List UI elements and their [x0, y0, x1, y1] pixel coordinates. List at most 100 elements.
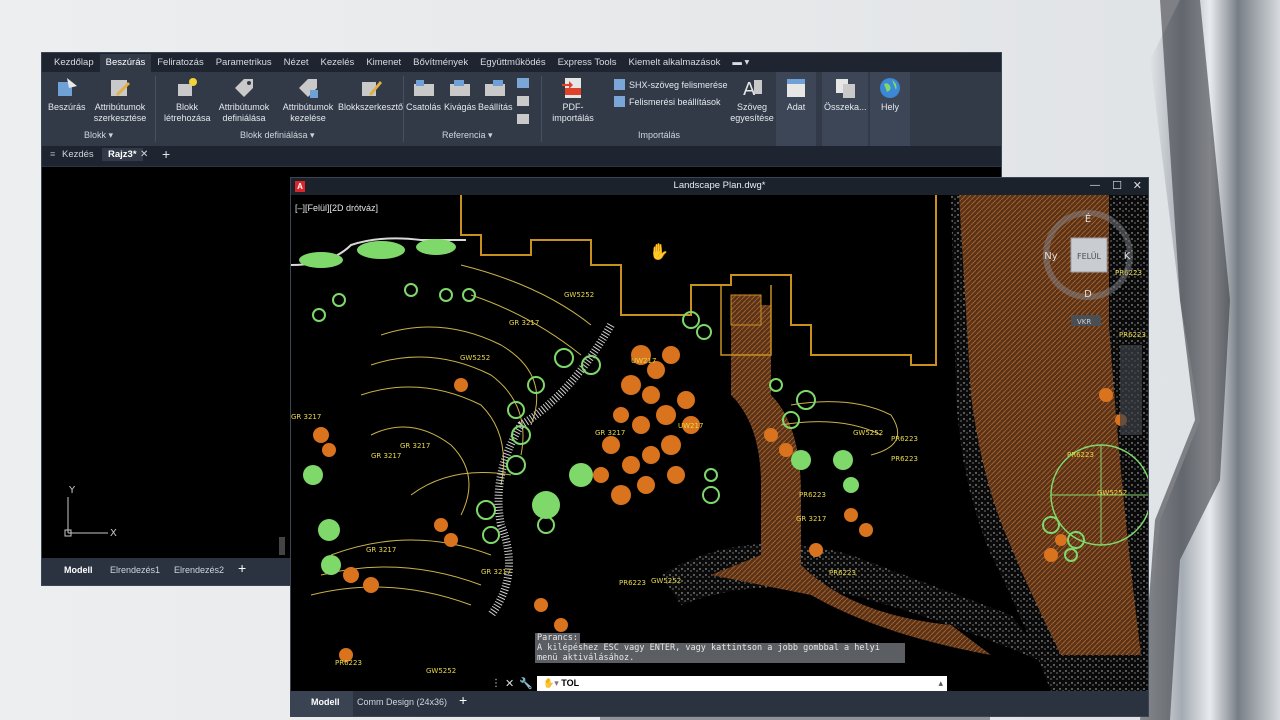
create-block-button[interactable]: Blokk létrehozása	[164, 76, 211, 124]
adjust-icon	[485, 80, 506, 96]
plant-label: GR 3217	[371, 452, 401, 460]
viewport-controls-label[interactable]: [–][Felül][2D drótváz]	[295, 203, 378, 213]
add-layout-icon[interactable]: +	[459, 692, 467, 708]
command-input[interactable]: ✋▾ TOL ▴	[537, 676, 947, 691]
ribbon-tab-bovitmenyek[interactable]: Bővítmények	[407, 54, 474, 72]
define-attributes-button[interactable]: Attribútumok definiálása	[216, 76, 272, 124]
plant-label: GR 3217	[366, 546, 396, 554]
ribbon-panel: Beszúrás Attribútumok szerkesztése Blokk…	[42, 72, 1001, 146]
navigation-bar[interactable]	[1120, 345, 1142, 435]
settings-icon	[614, 96, 625, 107]
plant-label: GW5252	[1097, 489, 1127, 497]
reference-small-tools[interactable]	[514, 74, 536, 130]
adjust-button[interactable]: Beállítás	[478, 76, 513, 113]
ucs-y-label: Y	[68, 485, 76, 496]
plant-label: PR6223	[1067, 451, 1094, 459]
tab-model[interactable]: Modell	[311, 697, 340, 707]
ribbon-tab-kezeles[interactable]: Kezelés	[315, 54, 361, 72]
close-tab-icon[interactable]: ✕	[140, 149, 148, 160]
close-command-icon[interactable]: ✕	[505, 677, 519, 690]
tab-menu-icon[interactable]: ≡	[50, 149, 55, 159]
compass-west[interactable]: Ny	[1044, 251, 1057, 262]
compass-east[interactable]: K	[1124, 251, 1131, 262]
minimize-icon[interactable]: —	[1090, 180, 1100, 191]
data-button[interactable]: Adat	[784, 76, 808, 113]
block-editor-icon	[361, 81, 382, 96]
ribbon-tab-parametrikus[interactable]: Parametrikus	[210, 54, 278, 72]
command-grip-icon[interactable]: ⋮	[491, 678, 505, 689]
ribbon-tab-nezet[interactable]: Nézet	[278, 54, 315, 72]
grip-handle[interactable]	[279, 537, 285, 555]
globe-icon	[880, 78, 900, 98]
tab-rajz3[interactable]: Rajz3*	[102, 148, 143, 161]
block-editor-button[interactable]: Blokkszerkesztő	[338, 76, 403, 113]
plant-label: GR 3217	[509, 319, 539, 327]
ribbon-tab-feliratozas[interactable]: Feliratozás	[151, 54, 209, 72]
file-tabs: ≡ Kezdés Rajz3* ✕ +	[42, 146, 1001, 167]
ribbon-tab-egyuttmukodes[interactable]: Együttműködés	[474, 54, 551, 72]
plant-label: GR 3217	[400, 442, 430, 450]
plant-label: GR 3217	[796, 515, 826, 523]
shx-icon	[614, 79, 625, 90]
group-label-reference[interactable]: Referencia ▾	[442, 130, 493, 141]
tab-start[interactable]: Kezdés	[62, 149, 94, 160]
shx-text-recognition-button[interactable]: SHX-szöveg felismerése	[614, 79, 728, 90]
compass-south[interactable]: D	[1084, 289, 1092, 300]
layout-tabs-bar: Modell Comm Design (24x36) +	[291, 691, 1148, 716]
reference-small-icons	[517, 78, 529, 124]
separator	[403, 76, 404, 142]
command-message: A kilépéshez ESC vagy ENTER, vagy kattin…	[535, 643, 905, 663]
ribbon-tab-kimenet[interactable]: Kimenet	[360, 54, 407, 72]
group-label-block-definition[interactable]: Blokk definiálása ▾	[240, 130, 315, 141]
combine-text-button[interactable]: A Szöveg egyesítése	[729, 76, 775, 124]
building-outline	[460, 195, 937, 366]
link-icon	[836, 79, 856, 98]
location-button[interactable]: Hely	[878, 76, 902, 113]
insert-icon	[57, 78, 77, 96]
plant-label: PR6223	[335, 659, 362, 667]
ribbon-tab-bar: Kezdőlap Beszúrás Feliratozás Parametrik…	[42, 53, 1001, 72]
edit-attributes-button[interactable]: Attribútumok szerkesztése	[90, 76, 150, 124]
plant-label: GW5252	[564, 291, 594, 299]
command-line: ⋮ ✕ 🔧 ✋▾ TOL ▴	[491, 675, 947, 692]
pdf-icon	[562, 78, 581, 98]
tab-model[interactable]: Modell	[64, 565, 93, 575]
clip-button[interactable]: Kivágás	[444, 76, 476, 113]
separator	[541, 76, 542, 142]
separator	[155, 76, 156, 142]
pdf-import-button[interactable]: PDF-importálás	[550, 76, 596, 124]
add-layout-icon[interactable]: +	[238, 560, 246, 576]
plant-label: PR6223	[829, 569, 856, 577]
maximize-icon[interactable]: ☐	[1112, 179, 1122, 192]
tab-comm-design[interactable]: Comm Design (24x36)	[357, 697, 447, 707]
manage-attributes-icon	[299, 79, 318, 98]
customize-wrench-icon[interactable]: 🔧	[519, 677, 533, 690]
insert-block-button[interactable]: Beszúrás	[48, 76, 86, 113]
drawing-canvas[interactable]: GW5252 GR 3217 GW5252 GR 3217 GR 3217 GR…	[291, 195, 1148, 691]
plant-label: GR 3217	[481, 568, 511, 576]
recognition-settings-button[interactable]: Felismerési beállítások	[614, 96, 721, 107]
ucs-icon: Y X	[64, 485, 117, 539]
group-label-block[interactable]: Blokk ▾	[84, 130, 113, 141]
plant-label: GW5252	[426, 667, 456, 675]
window-title: Landscape Plan.dwg*	[673, 180, 766, 191]
plant-label: GR 3217	[291, 413, 321, 421]
tab-layout2[interactable]: Elrendezés2	[174, 565, 224, 575]
close-window-icon[interactable]: ✕	[1133, 179, 1142, 192]
ribbon-tab-kiemelt[interactable]: Kiemelt alkalmazások	[623, 54, 727, 72]
tab-layout1[interactable]: Elrendezés1	[110, 565, 160, 575]
ribbon-tab-beszuras[interactable]: Beszúrás	[99, 54, 152, 72]
ribbon-tab-kezdolap[interactable]: Kezdőlap	[48, 54, 100, 72]
compass-north[interactable]: É	[1085, 212, 1091, 225]
pan-command-icon: ✋▾	[543, 678, 559, 688]
ribbon-tab-express-tools[interactable]: Express Tools	[552, 54, 623, 72]
attach-button[interactable]: Csatolás	[406, 76, 441, 113]
links-button[interactable]: Összeka...	[824, 76, 867, 113]
plant-label: UW217	[678, 422, 703, 430]
title-bar: A Landscape Plan.dwg* — ☐ ✕	[291, 178, 1148, 195]
manage-attributes-button[interactable]: Attribútumok kezelése	[278, 76, 338, 124]
stair-landing	[730, 294, 762, 326]
ribbon-overflow-icon[interactable]: ▬ ▾	[726, 54, 755, 72]
command-history-arrow-icon[interactable]: ▴	[938, 676, 943, 691]
new-tab-icon[interactable]: +	[162, 146, 170, 162]
